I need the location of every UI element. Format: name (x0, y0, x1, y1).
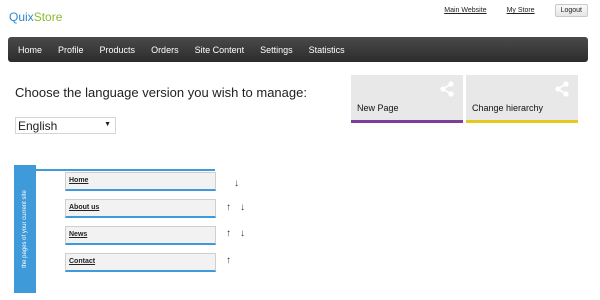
nav-home[interactable]: Home (18, 45, 42, 55)
language-select-value: English (18, 118, 58, 133)
store-logo: QuixStore (9, 10, 62, 24)
tab-connector (36, 169, 215, 171)
pages-side-tab-label: the pages of your current site (22, 190, 28, 268)
share-icon (438, 80, 456, 103)
nav-profile[interactable]: Profile (58, 45, 84, 55)
home-move-down-arrow-icon[interactable]: ↓ (234, 178, 239, 190)
nav-statistics[interactable]: Statistics (309, 45, 345, 55)
change-hierarchy-tile[interactable]: Change hierarchy (466, 75, 578, 123)
page-label-contact: Contact (69, 258, 96, 265)
page-label-about-us: About us (69, 204, 100, 211)
page-row-about-us[interactable]: About us (65, 199, 216, 218)
page-row-contact[interactable]: Contact (65, 253, 216, 272)
logo-part-quix: Quix (9, 10, 34, 24)
new-page-tile[interactable]: New Page (351, 75, 463, 123)
pages-side-tab: the pages of your current site (14, 165, 36, 293)
page-row-news[interactable]: News (65, 226, 216, 245)
page-label-news: News (69, 231, 88, 238)
nav-settings[interactable]: Settings (260, 45, 293, 55)
language-select[interactable]: English ▼ (15, 117, 116, 134)
main-website-link[interactable]: Main Website (444, 7, 486, 14)
top-links: Main Website My Store Logout (444, 4, 588, 17)
my-store-link[interactable]: My Store (507, 7, 535, 14)
about-move-up-arrow-icon[interactable]: ↑ (226, 202, 231, 214)
contact-move-up-arrow-icon[interactable]: ↑ (226, 255, 231, 267)
main-navbar: Home Profile Products Orders Site Conten… (8, 37, 588, 62)
nav-products[interactable]: Products (100, 45, 136, 55)
share-icon (553, 80, 571, 103)
logout-button[interactable]: Logout (554, 4, 588, 17)
about-move-down-arrow-icon[interactable]: ↓ (240, 202, 245, 214)
page-row-home[interactable]: Home (65, 172, 216, 191)
nav-orders[interactable]: Orders (151, 45, 179, 55)
news-move-down-arrow-icon[interactable]: ↓ (240, 228, 245, 240)
new-page-label: New Page (357, 103, 399, 113)
change-hierarchy-label: Change hierarchy (472, 103, 544, 113)
language-prompt: Choose the language version you wish to … (15, 85, 307, 100)
news-move-up-arrow-icon[interactable]: ↑ (226, 228, 231, 240)
dropdown-arrow-icon: ▼ (104, 121, 111, 128)
nav-site-content[interactable]: Site Content (195, 45, 245, 55)
page-label-home: Home (69, 177, 89, 184)
logo-part-store: Store (33, 10, 63, 24)
